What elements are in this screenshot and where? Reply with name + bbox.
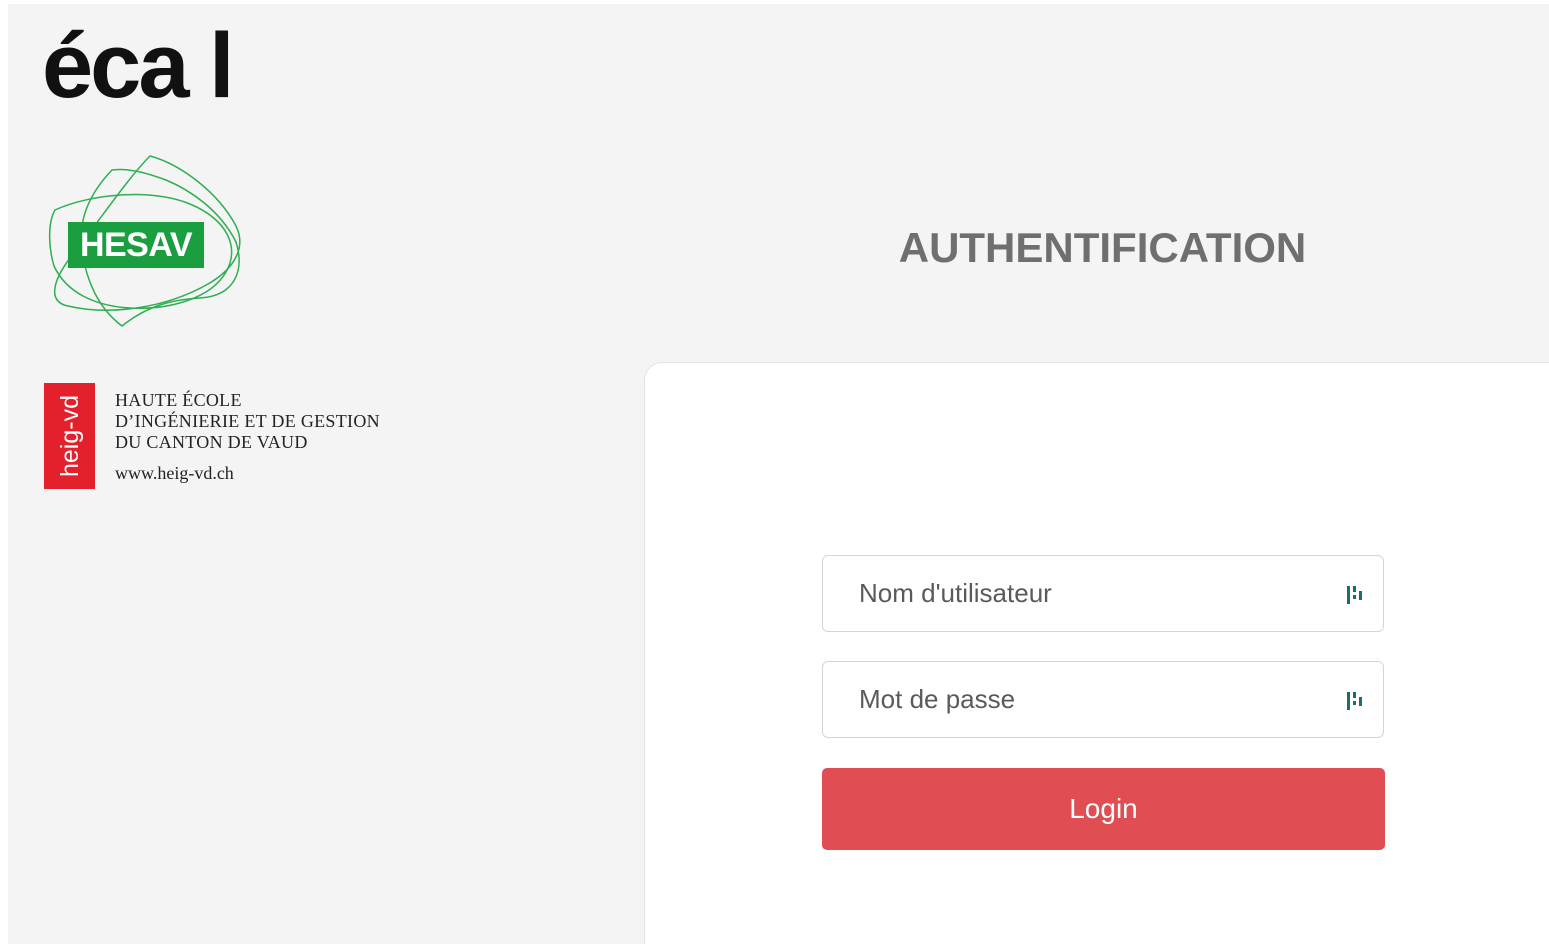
heig-vd-line-3: DU CANTON DE VAUD — [115, 432, 308, 452]
password-manager-icon[interactable] — [1345, 583, 1365, 607]
heig-vd-line-2: D’INGÉNIERIE ET DE GESTION — [115, 411, 380, 431]
heig-vd-badge-text: heig-vd — [55, 395, 84, 477]
login-button[interactable]: Login — [822, 768, 1385, 850]
page-title: AUTHENTIFICATION — [898, 224, 1307, 271]
ecal-logo: éca l — [42, 15, 235, 117]
heig-vd-logo: heig-vd HAUTE ÉCOLE D’INGÉNIERIE ET DE G… — [44, 383, 404, 489]
password-manager-icon[interactable] — [1345, 689, 1365, 713]
heig-vd-name: HAUTE ÉCOLE D’INGÉNIERIE ET DE GESTION D… — [115, 390, 380, 453]
heig-vd-red-badge: heig-vd — [44, 383, 95, 489]
username-field-wrapper — [822, 555, 1384, 632]
password-input[interactable] — [823, 662, 1383, 737]
heig-vd-url: www.heig-vd.ch — [115, 463, 234, 483]
username-input[interactable] — [823, 556, 1383, 631]
hesav-logo-label: HESAV — [68, 222, 204, 268]
login-card — [644, 362, 1549, 944]
login-page: éca l HESAV heig-vd HAUTE ÉCOLE D’INGÉNI… — [0, 0, 1549, 944]
heig-vd-line-1: HAUTE ÉCOLE — [115, 390, 242, 410]
password-field-wrapper — [822, 661, 1384, 738]
